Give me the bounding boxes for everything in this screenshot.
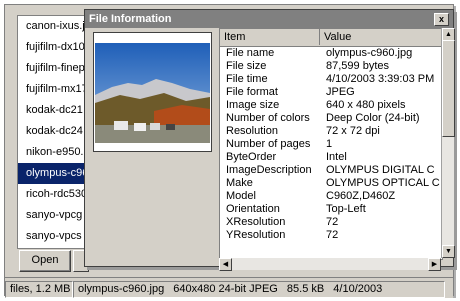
table-row[interactable]: Make OLYMPUS OPTICAL C	[220, 177, 442, 190]
row-value: OLYMPUS DIGITAL C	[326, 164, 435, 176]
row-value: 640 x 480 pixels	[326, 99, 406, 111]
table-row[interactable]: File time 4/10/2003 3:39:03 PM	[220, 73, 442, 86]
row-item: Number of colors	[226, 112, 310, 124]
list-item[interactable]: kodak-dc21	[18, 100, 84, 121]
list-item[interactable]: sanyo-vpcg	[18, 205, 84, 226]
file-list[interactable]: canon-ixus.j fujifilm-dx10 fujifilm-fine…	[17, 15, 85, 249]
file-information-window: File Information x Item Value File name …	[84, 9, 455, 271]
column-header-item[interactable]: Item	[220, 29, 320, 45]
table-row[interactable]: File format JPEG	[220, 86, 442, 99]
list-item[interactable]: fujifilm-mx17	[18, 79, 84, 100]
row-item: File format	[226, 86, 278, 98]
row-value: C960Z,D460Z	[326, 190, 396, 202]
row-value: 4/10/2003 3:39:03 PM	[326, 73, 435, 85]
row-value: Top-Left	[326, 203, 366, 215]
table-row[interactable]: File name olympus-c960.jpg	[220, 47, 442, 60]
table-row[interactable]: File size 87,599 bytes	[220, 60, 442, 73]
landscape-photo	[94, 33, 211, 151]
row-item: XResolution	[226, 216, 286, 228]
close-icon: x	[438, 14, 444, 24]
scroll-left-icon[interactable]: ◀	[219, 258, 232, 271]
list-item[interactable]: ricoh-rdc530	[18, 184, 84, 205]
scroll-right-icon[interactable]: ▶	[428, 258, 441, 271]
column-header-value[interactable]: Value	[320, 29, 442, 45]
image-thumbnail	[93, 32, 212, 152]
row-item: Image size	[226, 99, 280, 111]
row-item: Number of pages	[226, 138, 311, 150]
row-item: ByteOrder	[226, 151, 277, 163]
row-item: Orientation	[226, 203, 280, 215]
close-button[interactable]: x	[434, 13, 449, 26]
vertical-scrollbar[interactable]: ▲ ▼	[441, 28, 455, 258]
row-value: JPEG	[326, 86, 355, 98]
row-value: 87,599 bytes	[326, 60, 389, 72]
list-item-selected[interactable]: olympus-c96	[18, 163, 84, 184]
list-item[interactable]: kodak-dc24	[18, 121, 84, 142]
table-row[interactable]: ImageDescription OLYMPUS DIGITAL C	[220, 164, 442, 177]
scroll-thumb[interactable]	[442, 40, 455, 137]
row-value: 72	[326, 216, 339, 228]
scroll-down-icon[interactable]: ▼	[442, 245, 455, 258]
row-value: Intel	[326, 151, 347, 163]
status-dims: 640x480 24-bit JPEG	[173, 283, 278, 295]
table-row[interactable]: ByteOrder Intel	[220, 151, 442, 164]
table-row[interactable]: Orientation Top-Left	[220, 203, 442, 216]
row-item: ImageDescription	[226, 164, 312, 176]
status-date: 4/10/2003	[333, 283, 383, 295]
row-item: Model	[226, 190, 256, 202]
list-item[interactable]: fujifilm-finepi	[18, 58, 84, 79]
status-filename: olympus-c960.jpg	[78, 283, 165, 295]
table-row[interactable]: YResolution 72	[220, 229, 442, 242]
title-bar[interactable]: File Information x	[85, 10, 453, 28]
status-size: 85.5 kB	[286, 283, 325, 295]
list-item[interactable]: sanyo-vpcs	[18, 226, 84, 247]
table-row[interactable]: XResolution 72	[220, 216, 442, 229]
status-files: files, 1.2 MB	[5, 281, 73, 298]
row-item: File name	[226, 47, 275, 59]
row-value: 1	[326, 138, 333, 150]
row-value: OLYMPUS OPTICAL C	[326, 177, 440, 189]
table-row[interactable]: Image size 640 x 480 pixels	[220, 99, 442, 112]
list-item[interactable]: nikon-e950.	[18, 142, 84, 163]
row-item: Resolution	[226, 125, 278, 137]
open-button[interactable]: Open	[19, 250, 71, 272]
row-item: YResolution	[226, 229, 286, 241]
horizontal-scrollbar[interactable]: ◀ ▶	[219, 258, 441, 271]
row-value: Deep Color (24-bit)	[326, 112, 420, 124]
open-button-label: Open	[31, 254, 59, 266]
table-row[interactable]: Model C960Z,D460Z	[220, 190, 442, 203]
table-row[interactable]: Number of pages 1	[220, 138, 442, 151]
info-table[interactable]: Item Value File name olympus-c960.jpg Fil…	[219, 28, 443, 260]
list-item[interactable]: canon-ixus.j	[18, 16, 84, 37]
list-item[interactable]: fujifilm-dx10	[18, 37, 84, 58]
row-value: 72 x 72 dpi	[326, 125, 380, 137]
status-bar: files, 1.2 MB olympus-c960.jpg 640x480 2…	[5, 277, 453, 298]
table-row[interactable]: Number of colors Deep Color (24-bit)	[220, 112, 442, 125]
table-row[interactable]: Resolution 72 x 72 dpi	[220, 125, 442, 138]
status-file-info: olympus-c960.jpg 640x480 24-bit JPEG 85.…	[73, 281, 445, 298]
row-item: Make	[226, 177, 253, 189]
row-value: 72	[326, 229, 339, 241]
table-header: Item Value	[220, 29, 442, 47]
row-item: File time	[226, 73, 268, 85]
row-value: olympus-c960.jpg	[326, 47, 413, 59]
window-title: File Information	[89, 13, 172, 25]
row-item: File size	[226, 60, 267, 72]
